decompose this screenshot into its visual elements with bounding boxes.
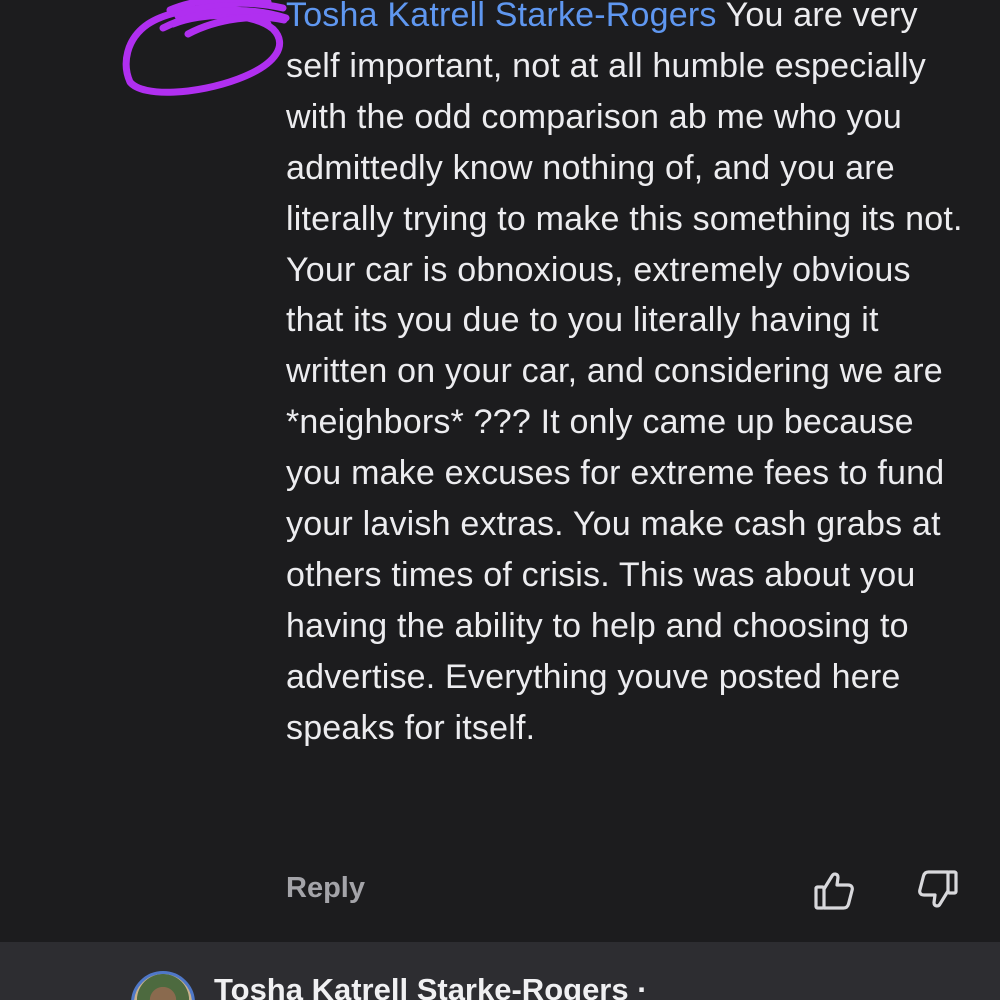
thumbs-down-icon [918,870,958,908]
avatar[interactable] [131,971,195,1000]
downvote-button[interactable] [914,866,962,914]
next-comment: Tosha Katrell Starke-Rogers · [0,942,1000,1000]
next-comment-author[interactable]: Tosha Katrell Starke-Rogers · [214,972,648,1000]
comment-text: You are very self important, not at all … [286,0,963,747]
reply-button[interactable]: Reply [286,872,365,905]
comment-body: Tosha Katrell Starke-Rogers You are very… [286,0,976,754]
purple-scribble-redaction [122,0,290,96]
thumbs-up-icon [814,872,854,910]
upvote-button[interactable] [810,866,858,914]
comment-author-link[interactable]: Tosha Katrell Starke-Rogers [286,0,717,34]
comment: Tosha Katrell Starke-Rogers You are very… [0,0,1000,942]
